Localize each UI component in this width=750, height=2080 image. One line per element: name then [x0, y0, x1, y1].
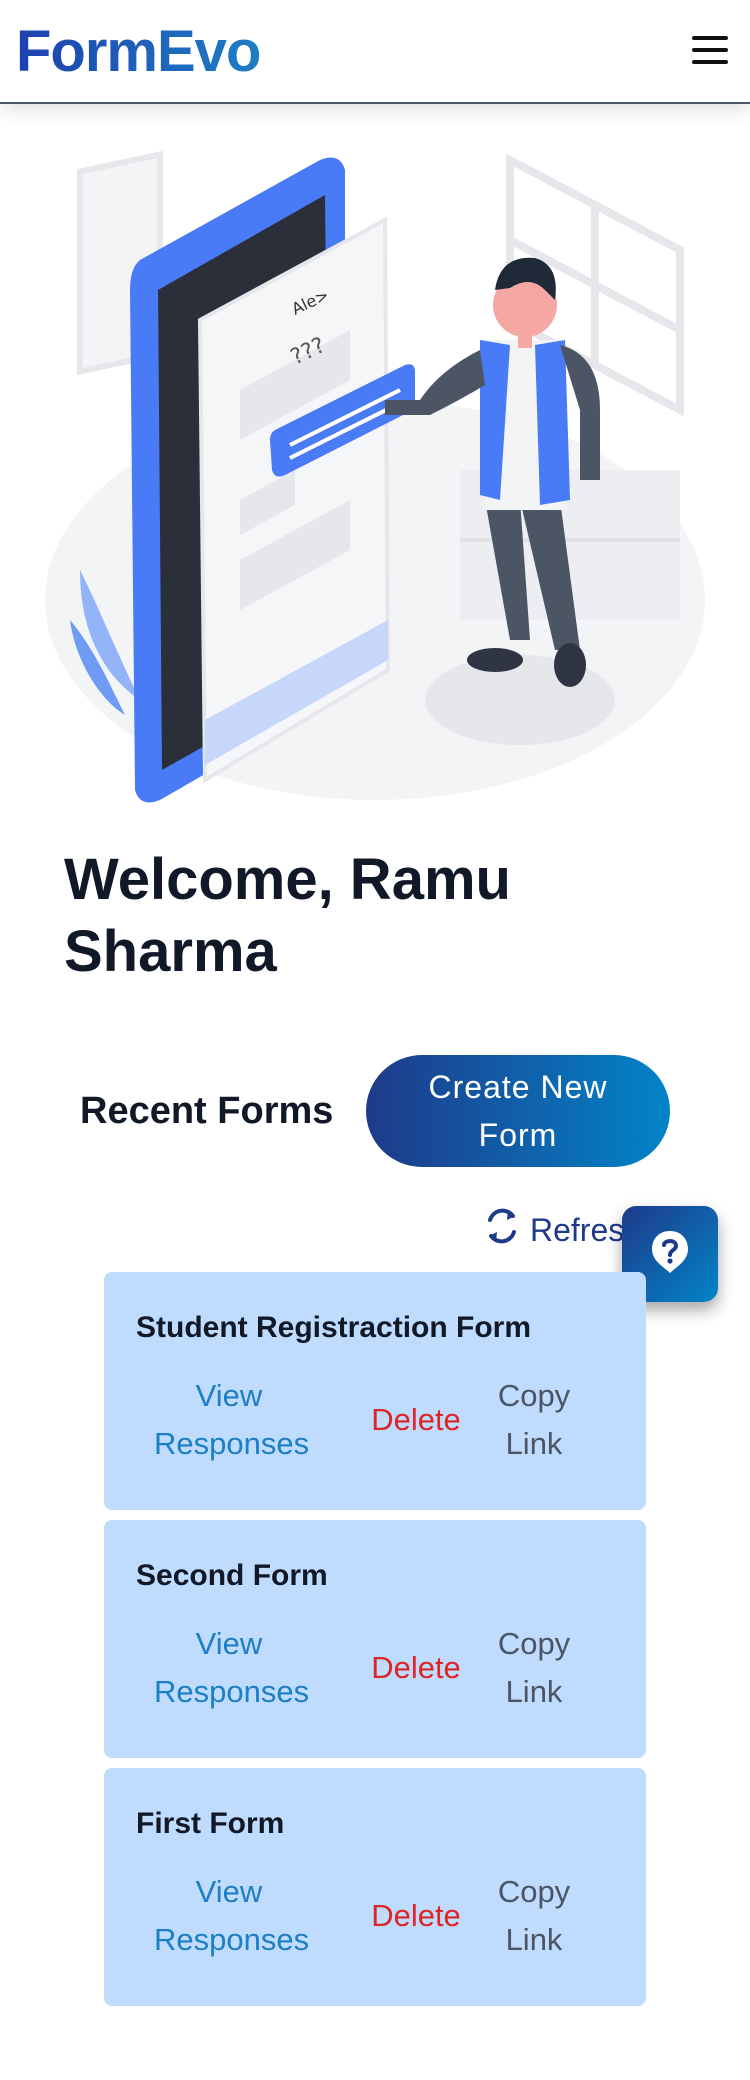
refresh-icon: [484, 1206, 520, 1254]
app-header: FormEvo: [0, 0, 750, 104]
copy-link[interactable]: Copy Link: [484, 1620, 584, 1716]
copy-link[interactable]: Copy Link: [484, 1868, 584, 1964]
view-responses-link[interactable]: View Responses: [154, 1372, 309, 1468]
create-new-form-button[interactable]: Create New Form: [366, 1055, 670, 1167]
form-card: Student Registraction Form View Response…: [104, 1272, 646, 1510]
form-title: First Form: [136, 1807, 285, 1840]
form-title: Student Registraction Form: [136, 1311, 532, 1344]
forms-list: Student Registraction Form View Response…: [104, 1272, 646, 2016]
view-responses-link[interactable]: View Responses: [154, 1620, 309, 1716]
help-question-icon: [650, 1229, 690, 1280]
form-card: First Form View Responses Delete Copy Li…: [104, 1768, 646, 2006]
refresh-button[interactable]: Refresh: [484, 1206, 630, 1254]
welcome-heading: Welcome, Ramu Sharma: [64, 847, 511, 984]
hamburger-menu-icon[interactable]: [692, 36, 728, 64]
copy-link[interactable]: Copy Link: [484, 1372, 584, 1468]
hero-illustration: ??? Ale>: [40, 140, 710, 810]
app-logo[interactable]: FormEvo: [16, 18, 261, 86]
form-title: Second Form: [136, 1559, 328, 1592]
delete-link[interactable]: Delete: [366, 1644, 466, 1692]
view-responses-link[interactable]: View Responses: [154, 1868, 309, 1964]
recent-forms-title: Recent Forms: [80, 1090, 334, 1132]
delete-link[interactable]: Delete: [366, 1396, 466, 1444]
refresh-label: Refresh: [530, 1211, 630, 1248]
delete-link[interactable]: Delete: [366, 1892, 466, 1940]
form-card: Second Form View Responses Delete Copy L…: [104, 1520, 646, 1758]
